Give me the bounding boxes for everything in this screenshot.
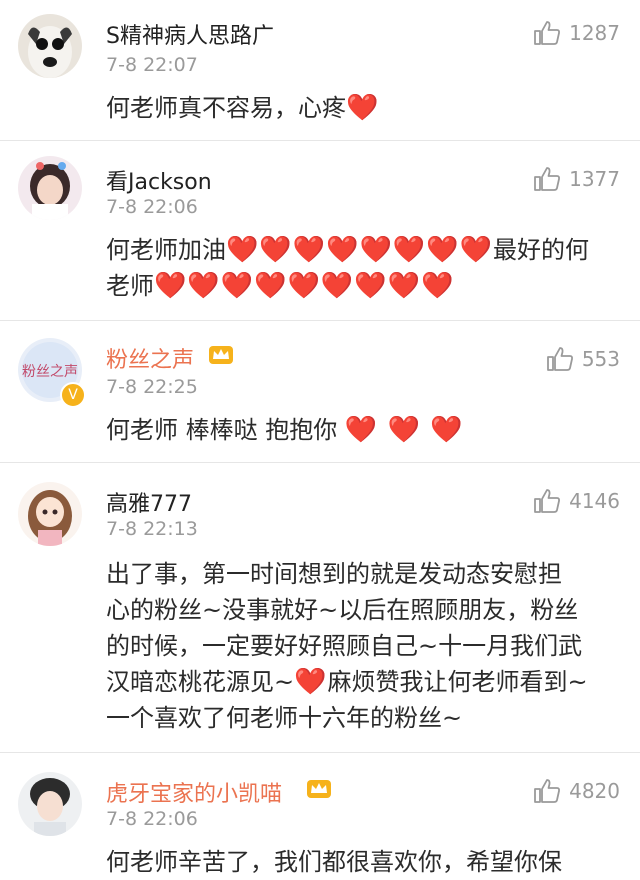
comment-body: 最好的何	[492, 236, 589, 264]
comment-body: 老师	[106, 272, 154, 300]
comment-username[interactable]: 看Jackson	[106, 164, 212, 196]
like-count: 1377	[569, 167, 620, 191]
comment-line: 一个喜欢了何老师十六年的粉丝~	[106, 704, 463, 732]
like-count: 1287	[569, 21, 620, 45]
heart-emoji: ❤️❤️❤️❤️❤️❤️❤️❤️❤️	[154, 271, 455, 301]
comment-username[interactable]: S精神病人思路广	[106, 18, 274, 50]
comment-body: 何老师辛苦了，我们都很喜欢你，希望你保	[106, 848, 562, 876]
comment-body: 汉暗恋桃花源见~	[106, 668, 295, 696]
thumbs-up-icon	[546, 347, 573, 371]
comment-line: 的时候，一定要好好照顾自己~十一月我们武	[106, 632, 583, 660]
comment-item: S精神病人思路广 7-8 22:07 1287 何老师真不容易，心疼❤️	[0, 0, 640, 141]
comment-text: 何老师真不容易，心疼❤️	[106, 90, 626, 126]
comment-line: 汉暗恋桃花源见~❤️麻烦赞我让何老师看到~	[106, 664, 626, 700]
thumbs-up-icon	[534, 21, 561, 45]
comment-time: 7-8 22:06	[106, 196, 198, 218]
comment-time: 7-8 22:06	[106, 808, 198, 830]
comment-body: 麻烦赞我让何老师看到~	[327, 668, 588, 696]
like-button[interactable]: 553	[546, 346, 620, 372]
heart-emoji: ❤️	[346, 93, 380, 123]
avatar[interactable]	[18, 482, 82, 546]
like-count: 4820	[569, 779, 620, 803]
comment-username[interactable]: 虎牙宝家的小凯喵	[106, 776, 282, 808]
like-button[interactable]: 1377	[533, 166, 620, 192]
avatar[interactable]	[18, 772, 82, 836]
like-button[interactable]: 4820	[533, 778, 620, 804]
comment-time: 7-8 22:25	[106, 376, 198, 398]
comment-body: 何老师真不容易，心疼	[106, 94, 346, 122]
avatar[interactable]	[18, 156, 82, 220]
comment-username[interactable]: 粉丝之声	[106, 342, 194, 374]
like-count: 4146	[569, 489, 620, 513]
comment-item: 看Jackson 7-8 22:06 1377 何老师加油❤️❤️❤️❤️❤️❤…	[0, 140, 640, 321]
comment-line: 心的粉丝~没事就好~以后在照顾朋友，粉丝	[106, 596, 579, 624]
like-button[interactable]: 4146	[533, 488, 620, 514]
comment-item: 粉丝之声 V 粉丝之声 7-8 22:25 553 何老师 棒棒哒 抱抱你 ❤️…	[0, 320, 640, 463]
comment-body: 何老师加油	[106, 236, 226, 264]
like-count: 553	[581, 347, 620, 371]
comment-text: 何老师 棒棒哒 抱抱你 ❤️ ❤️ ❤️	[106, 412, 626, 448]
comment-text: 何老师辛苦了，我们都很喜欢你，希望你保	[106, 844, 626, 880]
comment-item: 高雅777 7-8 22:13 4146 出了事，第一时间想到的就是发动态安慰担…	[0, 462, 640, 753]
comment-text: 何老师加油❤️❤️❤️❤️❤️❤️❤️❤️最好的何 老师❤️❤️❤️❤️❤️❤️…	[106, 232, 626, 304]
comment-item: 虎牙宝家的小凯喵 7-8 22:06 4820 何老师辛苦了，我们都很喜欢你，希…	[0, 752, 640, 877]
comment-time: 7-8 22:13	[106, 518, 198, 540]
comment-line: 出了事，第一时间想到的就是发动态安慰担	[106, 560, 562, 588]
heart-emoji: ❤️	[294, 667, 328, 697]
comment-username[interactable]: 高雅777	[106, 486, 192, 518]
avatar[interactable]	[18, 14, 82, 78]
like-button[interactable]: 1287	[533, 20, 620, 46]
verified-v-icon: V	[60, 382, 86, 408]
avatar-text: 粉丝之声	[22, 364, 78, 380]
thumbs-up-icon	[534, 167, 561, 191]
comment-time: 7-8 22:07	[106, 54, 198, 76]
heart-emoji: ❤️❤️❤️❤️❤️❤️❤️❤️	[226, 235, 493, 265]
comment-body: 何老师 棒棒哒 抱抱你	[106, 416, 338, 444]
thumbs-up-icon	[534, 779, 561, 803]
comment-text: 出了事，第一时间想到的就是发动态安慰担 心的粉丝~没事就好~以后在照顾朋友，粉丝…	[106, 556, 626, 736]
heart-emoji: ❤️ ❤️ ❤️	[344, 415, 464, 445]
crown-icon	[209, 346, 233, 364]
crown-icon	[307, 780, 331, 798]
thumbs-up-icon	[534, 489, 561, 513]
